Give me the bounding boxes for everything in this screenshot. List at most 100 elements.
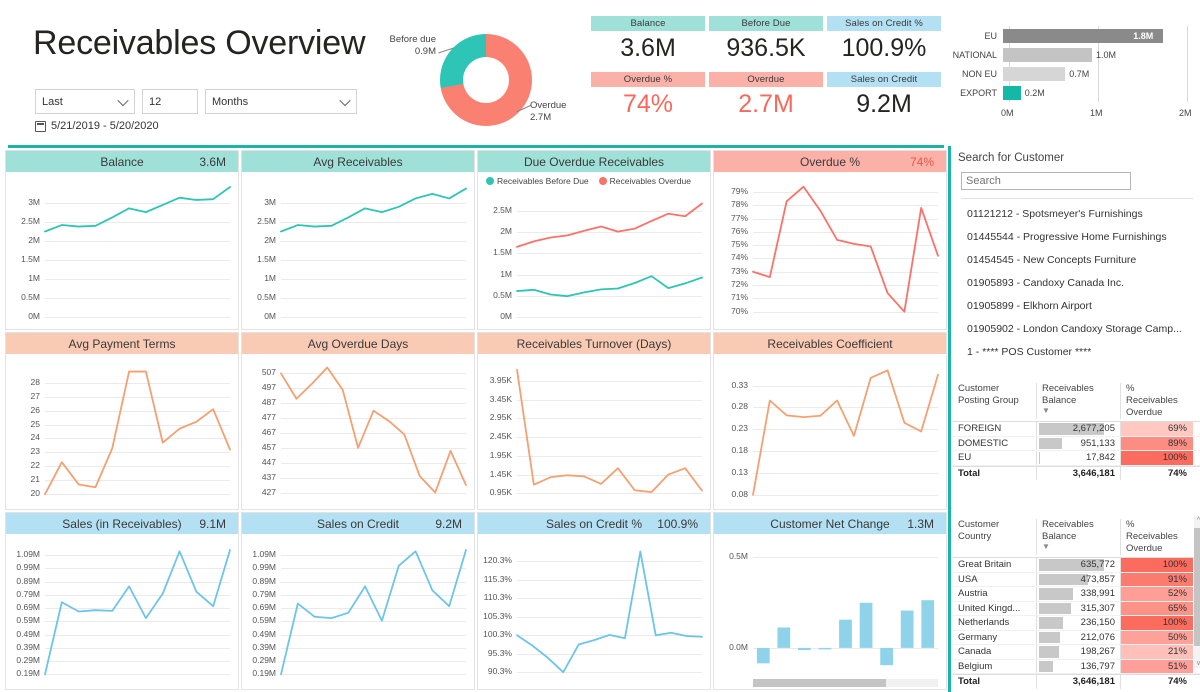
line-series[interactable] xyxy=(516,368,703,494)
kpi-value: 74% xyxy=(622,89,674,118)
bar[interactable] xyxy=(777,627,791,648)
range-count-input[interactable]: 12 xyxy=(142,89,198,114)
bar-row[interactable]: NON EU 0.7M xyxy=(945,66,1195,81)
table-row[interactable]: Great Britain 635,772 100% xyxy=(953,558,1200,573)
table-row[interactable]: Netherlands 236,150 100% xyxy=(953,616,1200,631)
column-header[interactable]: Customer Posting Group xyxy=(953,383,1037,419)
table-row[interactable]: Belgium 136,797 51% xyxy=(953,659,1200,674)
column-header[interactable]: Receivables Balance ▼ xyxy=(1037,519,1121,555)
bar[interactable] xyxy=(921,600,935,648)
chart-panel-customer-net-change[interactable]: Customer Net Change 1.3M 0.5M 0.0M xyxy=(713,512,947,690)
range-type-select[interactable]: Last xyxy=(35,89,135,114)
table-row[interactable]: FOREIGN 2,677,205 69% xyxy=(953,422,1200,437)
chart-panel-sales-on-credit-pct[interactable]: Sales on Credit % 100.9% 120.3% 115.3% 110.3… xyxy=(477,512,711,690)
list-item[interactable]: 01445544 - Progressive Home Furnishings xyxy=(951,225,1200,248)
total-balance-value: 3,646,181 xyxy=(1072,467,1115,479)
bar[interactable] xyxy=(839,619,852,648)
table-row[interactable]: United Kingd... 315,307 65% xyxy=(953,601,1200,616)
list-item[interactable]: 01121212 - Spotsmeyer's Furnishings xyxy=(951,202,1200,225)
y-tick-label: 0.79M xyxy=(252,588,276,599)
y-tick-label: 0.95K xyxy=(489,487,512,498)
column-header[interactable]: % Receivables Overdue xyxy=(1121,383,1193,419)
column-header[interactable]: Receivables Balance ▼ xyxy=(1037,383,1121,419)
bar-row[interactable]: EU 1.8M xyxy=(945,28,1195,43)
chart-panel-avg-payment-terms[interactable]: Avg Payment Terms 28 27 26 25 24 23 22 21 20 xyxy=(5,332,239,510)
line-series[interactable] xyxy=(516,202,703,248)
list-item[interactable]: 01905902 - London Candoxy Storage Camp..… xyxy=(951,317,1200,340)
chart-panel-sales-in-receivables[interactable]: Sales (in Receivables) 9.1M 1.09M 0.99M 0.89… xyxy=(5,512,239,690)
scrollbar-thumb[interactable] xyxy=(753,679,887,687)
chart-panel-sales-on-credit[interactable]: Sales on Credit 9.2M 1.09M 0.99M 0.89M 0.79M 0… xyxy=(241,512,475,690)
sort-descending-icon[interactable]: ▼ xyxy=(1042,543,1115,551)
line-series[interactable] xyxy=(752,369,939,496)
kpi-card-sales-on-credit[interactable]: Sales on Credit % 100.9% xyxy=(827,16,941,65)
total-label: Total xyxy=(953,466,1037,480)
line-series[interactable] xyxy=(44,370,231,496)
bar[interactable] xyxy=(798,647,811,651)
table-row[interactable]: EU 17,842 100% xyxy=(953,451,1200,466)
gridline xyxy=(45,317,230,318)
column-header[interactable]: % Receivables Overdue xyxy=(1121,519,1193,555)
bar[interactable] xyxy=(880,647,893,666)
line-series[interactable] xyxy=(44,549,231,676)
bar-row[interactable]: NATIONAL 1.0M xyxy=(945,47,1195,62)
scroll-down-icon[interactable]: v xyxy=(1195,660,1200,667)
x-tick-label: 1M xyxy=(1090,108,1103,118)
table-row[interactable]: Canada 198,267 21% xyxy=(953,645,1200,660)
chart-panel-receivables-coefficient[interactable]: Receivables Coefficient 0.33 0.28 0.23 0.18 0… xyxy=(713,332,947,510)
table-row[interactable]: USA 473,857 91% xyxy=(953,572,1200,587)
y-tick-label: 0.99M xyxy=(16,562,40,573)
receivables-donut-chart[interactable]: Before due 0.9M Overdue 2.7M xyxy=(390,22,572,140)
line-series[interactable] xyxy=(516,275,703,298)
horizontal-scrollbar[interactable] xyxy=(753,679,938,687)
bar-row[interactable]: EXPORT 0.2M xyxy=(945,85,1195,100)
line-series[interactable] xyxy=(752,185,939,313)
bar[interactable] xyxy=(756,647,770,664)
bar[interactable] xyxy=(859,602,873,648)
chart-panel-avg-overdue-days[interactable]: Avg Overdue Days 507 497 487 477 467 457 447 437… xyxy=(241,332,475,510)
legend-item[interactable]: Receivables Overdue xyxy=(598,176,691,186)
chart-panel-avg-receivables[interactable]: Avg Receivables 3M 2.5M 2M 1.5M 1M 0.5M 0M xyxy=(241,150,475,330)
column-header[interactable]: Customer Country xyxy=(953,519,1037,555)
chart-panel-overdue-pct[interactable]: Overdue % 74% 79% 78% 77% 76% 75% 74% 73% 72% 71% 7… xyxy=(713,150,947,330)
kpi-card-overdue[interactable]: Overdue % 74% xyxy=(591,72,705,121)
chart-panel-receivables-turnover[interactable]: Receivables Turnover (Days) 3.95K 3.45K 2.9… xyxy=(477,332,711,510)
range-unit-select[interactable]: Months xyxy=(205,89,357,114)
kpi-card-sales-on-credit[interactable]: Sales on Credit 9.2M xyxy=(827,72,941,121)
scroll-up-icon[interactable]: ^ xyxy=(1195,517,1200,524)
chart-body: 1.09M 0.99M 0.89M 0.79M 0.69M 0.59M 0.49M 0.39M… xyxy=(242,534,474,689)
line-series[interactable] xyxy=(280,187,467,233)
y-tick-label: 110.3% xyxy=(483,592,512,603)
table-row[interactable]: Austria 338,991 52% xyxy=(953,587,1200,602)
line-series[interactable] xyxy=(44,186,231,233)
vertical-scrollbar[interactable]: ^ v xyxy=(1194,516,1200,668)
list-item[interactable]: 01454545 - New Concepts Furniture xyxy=(951,248,1200,271)
y-tick-label: 0.19M xyxy=(252,668,276,679)
list-item[interactable]: 1 - **** POS Customer **** xyxy=(951,340,1200,363)
country-table[interactable]: Customer Country Receivables Balance ▼% Recei… xyxy=(953,514,1200,689)
kpi-card-before-due[interactable]: Before Due 936.5K xyxy=(709,16,823,65)
list-item[interactable]: 01905893 - Candoxy Canada Inc. xyxy=(951,271,1200,294)
line-series[interactable] xyxy=(280,549,467,676)
bar[interactable] xyxy=(818,647,832,650)
line-series[interactable] xyxy=(516,550,703,674)
chart-panel-due-overdue-receivables[interactable]: Due Overdue Receivables Receivables Befor… xyxy=(477,150,711,330)
accent-divider xyxy=(8,145,944,148)
legend-item[interactable]: Receivables Before Due xyxy=(486,176,589,186)
chart-panel-balance[interactable]: Balance 3.6M 3M 2.5M 2M 1.5M 1M 0.5M 0M xyxy=(5,150,239,330)
y-tick-label: 1.09M xyxy=(252,549,276,560)
posting-group-bar-chart[interactable]: EU 1.8M NATIONAL 1.0M NON EU 0.7M EXPORT 0.2M 0M… xyxy=(945,22,1195,140)
x-tick-label: 0M xyxy=(1001,108,1014,118)
kpi-card-balance[interactable]: Balance 3.6M xyxy=(591,16,705,65)
sort-descending-icon[interactable]: ▼ xyxy=(1042,407,1115,415)
cell-balance: 212,076 xyxy=(1037,630,1121,644)
table-row[interactable]: DOMESTIC 951,133 89% xyxy=(953,436,1200,451)
scrollbar-thumb[interactable] xyxy=(1194,528,1200,646)
bar[interactable] xyxy=(900,610,914,648)
list-item[interactable]: 01905899 - Elkhorn Airport xyxy=(951,294,1200,317)
search-input[interactable] xyxy=(961,172,1131,190)
table-row[interactable]: Germany 212,076 50% xyxy=(953,630,1200,645)
line-series[interactable] xyxy=(280,366,467,494)
kpi-card-overdue[interactable]: Overdue 2.7M xyxy=(709,72,823,121)
posting-group-table[interactable]: Customer Posting Group Receivables Balance ▼… xyxy=(953,378,1200,480)
